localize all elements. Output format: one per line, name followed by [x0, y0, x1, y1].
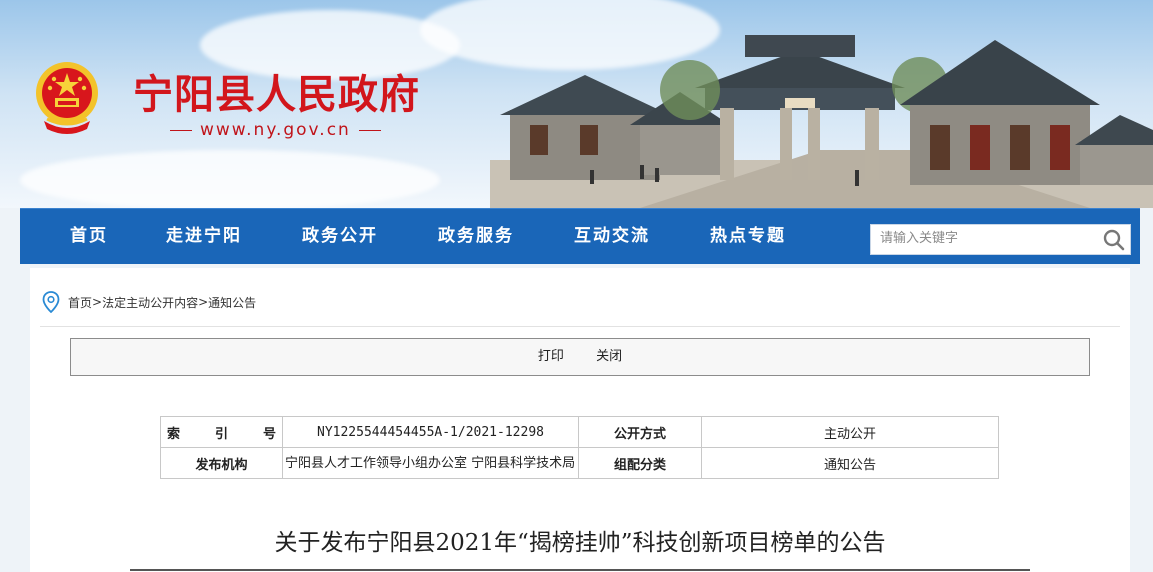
- breadcrumb-home[interactable]: 首页: [68, 294, 92, 311]
- article-title: 关于发布宁阳县2021年“揭榜挂帅”科技创新项目榜单的公告: [274, 530, 886, 556]
- article-toolbar: 打印 关闭: [70, 338, 1090, 376]
- site-name: 宁阳县人民政府: [133, 72, 420, 118]
- nav-item-gov-services[interactable]: 政务服务: [438, 209, 514, 264]
- divider: [40, 326, 1120, 327]
- breadcrumb-separator: >: [92, 295, 103, 309]
- nav-item-about[interactable]: 走进宁阳: [166, 209, 242, 264]
- table-row: 发布机构 宁阳县人才工作领导小组办公室 宁阳县科学技术局 组配分类 通知公告: [160, 447, 999, 479]
- cloud-decoration: [20, 150, 440, 208]
- search-box: [870, 224, 1131, 255]
- nav-item-topics[interactable]: 热点专题: [710, 209, 786, 264]
- nav-item-home[interactable]: 首页: [70, 209, 108, 264]
- breadcrumb: 首页 > 法定主动公开内容 > 通知公告: [42, 291, 256, 313]
- ancient-street-illustration: [490, 35, 1153, 208]
- content-panel: 首页 > 法定主动公开内容 > 通知公告 打印 关闭 索 引 号 NY12255…: [30, 268, 1130, 572]
- close-button[interactable]: 关闭: [596, 349, 622, 364]
- location-pin-icon: [42, 291, 60, 313]
- breadcrumb-notices[interactable]: 通知公告: [208, 294, 256, 311]
- breadcrumb-disclosure[interactable]: 法定主动公开内容: [102, 294, 198, 311]
- nav-item-interaction[interactable]: 互动交流: [574, 209, 650, 264]
- print-button[interactable]: 打印: [538, 349, 564, 364]
- national-emblem-icon: [36, 62, 98, 134]
- disclosure-value: 主动公开: [701, 416, 999, 448]
- main-navigation: 首页 走进宁阳 政务公开 政务服务 互动交流 热点专题: [20, 208, 1140, 264]
- title-underline: [130, 569, 1030, 571]
- disclosure-label: 公开方式: [578, 416, 702, 448]
- index-value: NY1225544454455A-1/2021-12298: [282, 416, 579, 448]
- publisher-label: 发布机构: [160, 447, 283, 479]
- nav-item-gov-info[interactable]: 政务公开: [302, 209, 378, 264]
- table-row: 索 引 号 NY1225544454455A-1/2021-12298 公开方式…: [160, 416, 999, 448]
- category-label: 组配分类: [578, 447, 702, 479]
- document-meta-table: 索 引 号 NY1225544454455A-1/2021-12298 公开方式…: [160, 416, 999, 479]
- search-icon[interactable]: [1102, 228, 1126, 252]
- search-input[interactable]: [871, 225, 1100, 252]
- index-label: 索 引 号: [160, 416, 283, 448]
- header-banner: 宁阳县人民政府 www.ny.gov.cn: [0, 0, 1153, 208]
- site-url: www.ny.gov.cn: [162, 120, 389, 140]
- breadcrumb-separator: >: [198, 295, 209, 309]
- publisher-value: 宁阳县人才工作领导小组办公室 宁阳县科学技术局: [282, 447, 579, 479]
- category-value: 通知公告: [701, 447, 999, 479]
